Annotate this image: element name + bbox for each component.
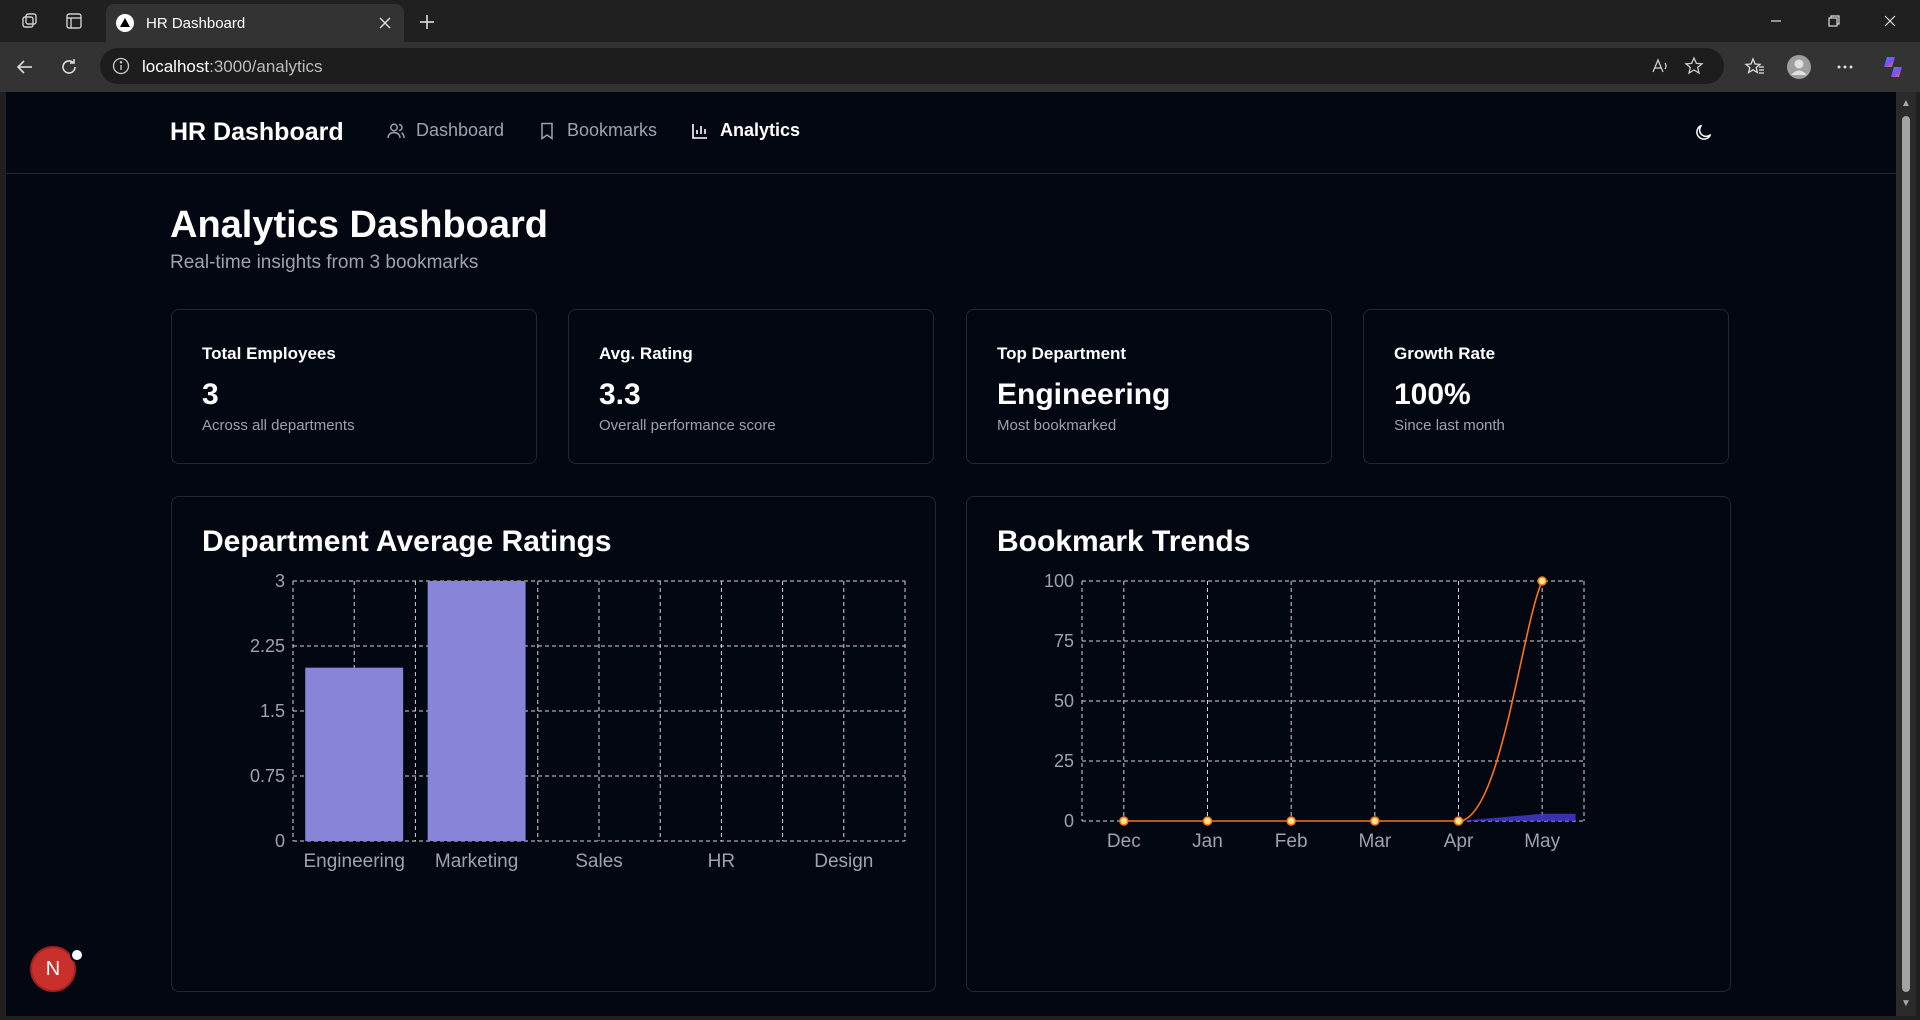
y-tick-label: 2.25 [250, 636, 285, 656]
moon-icon [1696, 124, 1712, 140]
stat-label: Total Employees [202, 344, 336, 363]
scroll-up-icon[interactable]: ▲ [1900, 98, 1912, 110]
browser-tab-bar: HR Dashboard [0, 0, 1920, 42]
url-host: localhost [142, 57, 210, 76]
line-point-mar [1370, 816, 1380, 826]
y-tick-label: 0 [275, 831, 285, 851]
x-tick-label: Marketing [435, 851, 518, 872]
scrollbar-thumb[interactable] [1902, 116, 1910, 992]
stat-label: Growth Rate [1394, 344, 1496, 363]
stat-value: Engineering [997, 378, 1171, 411]
nav-bookmarks-label: Bookmarks [567, 120, 658, 140]
workspaces-icon[interactable] [18, 9, 42, 33]
stat-value: 100% [1394, 378, 1471, 411]
y-tick-label: 100 [1044, 571, 1074, 591]
profile-avatar-icon[interactable] [1786, 54, 1812, 80]
line-point-apr [1453, 816, 1464, 826]
browser-toolbar: localhost:3000/analytics [0, 42, 1920, 92]
page-title: Analytics Dashboard [170, 204, 548, 246]
line-point-jan [1202, 816, 1213, 826]
stat-card-top-department: Top Department Engineering Most bookmark… [966, 309, 1332, 464]
line-series [1123, 580, 1543, 822]
x-tick-label: Dec [1107, 831, 1141, 852]
nav-analytics-label: Analytics [720, 120, 801, 140]
stat-card-avg-rating: Avg. Rating 3.3 Overall performance scor… [568, 309, 934, 464]
line-point-may [1537, 576, 1547, 586]
x-tick-label: Sales [575, 851, 623, 872]
favorites-icon[interactable] [1742, 54, 1768, 80]
x-tick-label: Design [814, 851, 873, 872]
bar-engineering [305, 667, 404, 841]
bookmark-icon [541, 122, 553, 140]
stat-card-growth-rate: Growth Rate 100% Since last month [1363, 309, 1729, 464]
minimize-icon[interactable] [1764, 10, 1788, 32]
x-tick-label: Engineering [303, 851, 404, 872]
area-series [1082, 813, 1576, 821]
bookmark-trends-chart: 0 25 50 75 100 Dec Jan Feb Mar Apr May [1044, 571, 1585, 852]
x-tick-label: May [1524, 831, 1560, 852]
line-point-feb [1286, 816, 1296, 826]
stat-desc: Since last month [1394, 417, 1505, 434]
dev-indicator-dot [70, 948, 84, 962]
department-ratings-card: Department Average Ratings 0 0.75 1.5 2.25 3… [171, 496, 936, 992]
restore-icon[interactable] [1822, 10, 1846, 32]
x-tick-label: HR [708, 851, 735, 872]
y-tick-label: 75 [1054, 631, 1074, 651]
nav-bookmarks[interactable]: Bookmarks [537, 120, 657, 141]
nav-dashboard[interactable]: Dashboard [386, 120, 504, 141]
x-tick-label: Feb [1275, 831, 1308, 852]
address-bar[interactable]: localhost:3000/analytics [100, 48, 1724, 84]
stat-value: 3.3 [599, 378, 641, 411]
y-tick-label: 1.5 [260, 701, 285, 721]
more-icon[interactable] [1832, 54, 1858, 80]
y-tick-label: 0.75 [250, 766, 285, 786]
url-text: localhost:3000/analytics [142, 57, 323, 77]
app-page: HR Dashboard Dashboard Bookmarks Analyti… [6, 92, 1896, 1016]
refresh-icon[interactable] [56, 54, 82, 80]
stat-card-total-employees: Total Employees 3 Across all departments [171, 309, 537, 464]
users-icon [387, 123, 405, 138]
x-tick-label: Apr [1444, 831, 1474, 852]
y-tick-label: 0 [1064, 811, 1074, 831]
site-info-icon[interactable] [112, 57, 130, 75]
copilot-icon[interactable] [1880, 54, 1906, 80]
url-path: :3000/analytics [209, 57, 323, 76]
nav-analytics[interactable]: Analytics [690, 120, 800, 141]
favicon-icon [116, 14, 134, 32]
stat-desc: Overall performance score [599, 417, 776, 434]
x-tick-label: Jan [1192, 831, 1223, 852]
y-tick-label: 3 [275, 571, 285, 591]
tab-actions-icon[interactable] [62, 9, 86, 33]
nav-dashboard-label: Dashboard [416, 120, 505, 140]
stat-label: Top Department [997, 344, 1127, 363]
app-header: HR Dashboard Dashboard Bookmarks Analyti… [6, 92, 1896, 174]
tab-title: HR Dashboard [146, 15, 246, 32]
back-icon[interactable] [12, 54, 38, 80]
stat-label: Avg. Rating [599, 344, 693, 363]
favorite-star-icon[interactable] [1682, 54, 1706, 78]
theme-toggle-button[interactable] [1692, 120, 1716, 144]
new-tab-icon[interactable] [414, 9, 440, 35]
y-tick-label: 25 [1054, 751, 1074, 771]
stat-desc: Most bookmarked [997, 417, 1117, 434]
close-tab-icon[interactable] [374, 12, 396, 34]
n-logo-icon: N [45, 957, 61, 980]
browser-tab[interactable]: HR Dashboard [106, 4, 404, 42]
bar-marketing [427, 581, 526, 841]
page-subtitle: Real-time insights from 3 bookmarks [170, 252, 479, 273]
scroll-down-icon[interactable]: ▼ [1900, 998, 1912, 1010]
brand-title[interactable]: HR Dashboard [170, 118, 344, 147]
stat-value: 3 [202, 378, 219, 411]
y-tick-label: 50 [1054, 691, 1074, 711]
bar-chart-icon [692, 123, 707, 139]
stat-desc: Across all departments [202, 417, 355, 434]
read-aloud-icon[interactable] [1648, 54, 1672, 78]
bookmark-trends-card: Bookmark Trends 0 25 50 75 100 Dec Jan Feb Mar Ap… [966, 496, 1731, 992]
page-scrollbar[interactable]: ▲ ▼ [1896, 92, 1916, 1016]
close-window-icon[interactable] [1878, 10, 1902, 32]
department-ratings-chart: 0 0.75 1.5 2.25 3 Engineering Marketing Sales HR… [250, 571, 906, 872]
x-tick-label: Mar [1358, 831, 1391, 852]
line-point-dec [1119, 816, 1129, 826]
